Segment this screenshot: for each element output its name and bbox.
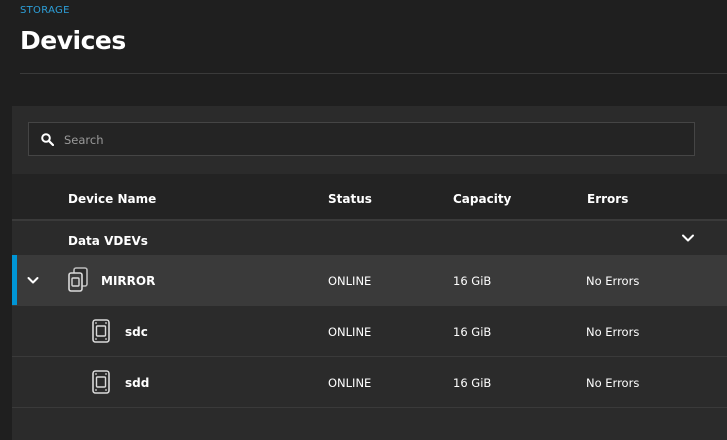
device-capacity: 16 GiB (453, 376, 492, 390)
chevron-down-icon[interactable] (27, 274, 39, 286)
group-row-data-vdevs[interactable]: Data VDEVs (12, 222, 727, 255)
device-status: ONLINE (328, 376, 372, 390)
device-errors: No Errors (586, 376, 640, 390)
disk-icon (92, 370, 110, 394)
device-name: sdc (125, 325, 148, 339)
mirror-icon (68, 267, 88, 292)
column-status[interactable]: Status (328, 192, 372, 206)
device-status: ONLINE (328, 325, 372, 339)
column-capacity[interactable]: Capacity (453, 192, 511, 206)
selection-indicator (12, 255, 17, 305)
device-status: ONLINE (328, 274, 372, 288)
table-header: Device Name Status Capacity Errors (12, 174, 727, 221)
breadcrumb[interactable]: STORAGE (20, 5, 70, 16)
search-input[interactable] (62, 123, 686, 157)
table-row[interactable]: sdd ONLINE 16 GiB No Errors (12, 357, 727, 408)
device-errors: No Errors (586, 325, 640, 339)
device-name: sdd (125, 376, 150, 390)
table-row[interactable]: MIRROR ONLINE 16 GiB No Errors (12, 255, 727, 306)
chevron-up-icon[interactable] (681, 231, 695, 245)
devices-card: Device Name Status Capacity Errors Data … (12, 106, 727, 440)
column-errors[interactable]: Errors (587, 192, 628, 206)
device-capacity: 16 GiB (453, 274, 492, 288)
search-icon (41, 133, 54, 146)
group-label: Data VDEVs (68, 234, 148, 248)
title-divider (20, 73, 727, 74)
page-title: Devices (20, 26, 126, 55)
table-row[interactable]: sdc ONLINE 16 GiB No Errors (12, 306, 727, 357)
search-box[interactable] (28, 122, 695, 157)
device-errors: No Errors (586, 274, 640, 288)
disk-icon (92, 319, 110, 343)
device-capacity: 16 GiB (453, 325, 492, 339)
column-device-name[interactable]: Device Name (68, 192, 156, 206)
device-name: MIRROR (101, 274, 156, 288)
